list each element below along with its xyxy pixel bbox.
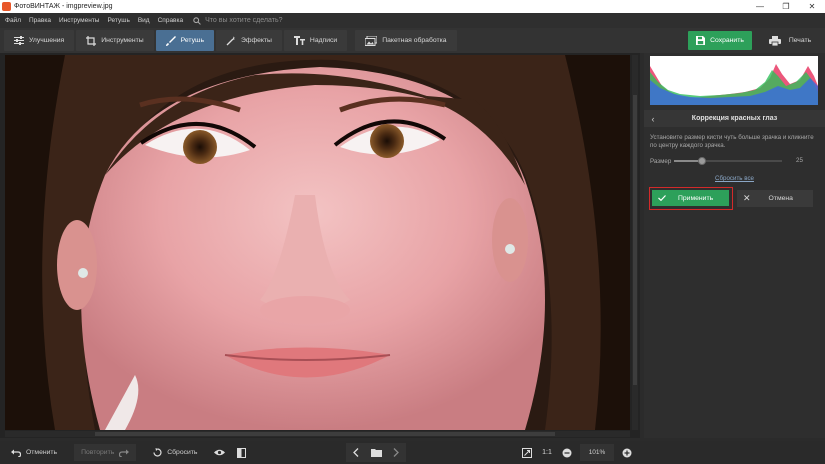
batch-processing-button[interactable]: Пакетная обработка xyxy=(355,30,457,51)
tab-label: Инструменты xyxy=(101,37,144,44)
open-folder-button[interactable] xyxy=(366,443,386,462)
portrait-image xyxy=(5,55,630,430)
size-control: Размер 25 xyxy=(650,156,820,166)
print-label: Печать xyxy=(788,37,812,44)
tab-retouch[interactable]: Ретушь xyxy=(155,30,214,51)
actual-size-button[interactable]: 1:1 xyxy=(536,449,558,456)
fit-screen-icon xyxy=(522,447,532,458)
menu-bar: Файл Правка Инструменты Ретушь Вид Справ… xyxy=(0,13,825,28)
batch-images-icon xyxy=(365,35,378,46)
bottom-bar: Отменить Повторить Сбросить xyxy=(0,441,825,464)
chevron-left-icon xyxy=(353,448,359,457)
portrait-photo[interactable] xyxy=(5,55,630,430)
printer-icon xyxy=(768,35,781,46)
reset-label: Сбросить xyxy=(167,449,198,456)
sliders-icon xyxy=(14,36,24,45)
horizontal-scrollbar[interactable] xyxy=(5,431,630,437)
tab-effects[interactable]: Эффекты xyxy=(216,30,282,51)
next-image-button[interactable] xyxy=(386,443,406,462)
panel-title: Коррекция красных глаз xyxy=(691,115,778,122)
size-value: 25 xyxy=(796,157,803,164)
batch-label: Пакетная обработка xyxy=(382,37,447,44)
plus-circle-icon xyxy=(622,448,632,457)
close-icon[interactable]: ✕ xyxy=(799,0,825,13)
reset-icon xyxy=(153,448,162,457)
floppy-disk-icon xyxy=(696,36,706,45)
redo-button[interactable]: Повторить xyxy=(74,444,137,461)
chevron-right-icon xyxy=(393,448,399,457)
before-after-icon xyxy=(236,447,246,458)
redo-label: Повторить xyxy=(81,449,115,456)
cancel-label: Отмена xyxy=(768,195,793,202)
save-label: Сохранить xyxy=(710,37,744,44)
image-navigation xyxy=(346,443,406,462)
cancel-button[interactable]: ✕ Отмена xyxy=(737,190,813,207)
image-canvas[interactable] xyxy=(0,53,640,438)
save-button[interactable]: Сохранить xyxy=(688,31,752,50)
back-arrow-icon[interactable]: ‹ xyxy=(644,114,662,124)
tab-label: Надписи xyxy=(309,37,338,44)
magic-wand-icon xyxy=(226,35,236,45)
apply-button[interactable]: Применить xyxy=(652,190,729,206)
reset-all-link[interactable]: Сбросить все xyxy=(644,175,825,182)
panel-header: ‹ Коррекция красных глаз xyxy=(644,110,825,127)
tab-enhancements[interactable]: Улучшения xyxy=(4,30,75,51)
checkmark-icon xyxy=(658,195,666,201)
menu-retouch[interactable]: Ретушь xyxy=(107,17,129,24)
tab-tools[interactable]: Инструменты xyxy=(76,30,154,51)
scroll-thumb[interactable] xyxy=(633,95,637,385)
menu-help[interactable]: Справка xyxy=(158,17,184,24)
menu-file[interactable]: Файл xyxy=(5,17,21,24)
undo-label: Отменить xyxy=(26,449,58,456)
minimize-icon[interactable]: — xyxy=(747,0,773,13)
redo-arrow-icon xyxy=(119,449,130,457)
title-bar: ФотоВИНТАЖ - imgpreview.jpg — ❐ ✕ xyxy=(0,0,825,13)
compare-toggle[interactable] xyxy=(232,444,250,461)
apply-label: Применить xyxy=(678,194,714,202)
text-icon xyxy=(293,36,305,45)
tab-label: Ретушь xyxy=(180,37,204,44)
vertical-scrollbar[interactable] xyxy=(632,55,638,430)
size-slider[interactable] xyxy=(674,157,782,165)
zoom-level[interactable]: 101% xyxy=(580,444,614,461)
menu-edit[interactable]: Правка xyxy=(29,17,51,24)
close-icon: ✕ xyxy=(743,193,751,203)
window-controls: — ❐ ✕ xyxy=(747,0,825,13)
undo-arrow-icon xyxy=(11,449,21,457)
folder-icon xyxy=(370,449,382,457)
app-logo-icon xyxy=(2,2,11,11)
zoom-controls: 1:1 101% xyxy=(518,443,636,462)
maximize-icon[interactable]: ❐ xyxy=(773,0,799,13)
prev-image-button[interactable] xyxy=(346,443,366,462)
right-panel: ‹ Коррекция красных глаз Установите разм… xyxy=(644,53,825,438)
fit-to-screen-button[interactable] xyxy=(518,444,536,461)
menu-tools[interactable]: Инструменты xyxy=(59,17,100,24)
panel-hint: Установите размер кисти чуть больше зрач… xyxy=(650,134,814,149)
print-button[interactable]: Печать xyxy=(760,31,820,50)
preview-toggle[interactable] xyxy=(210,444,228,461)
zoom-in-button[interactable] xyxy=(618,444,636,461)
brush-icon xyxy=(165,35,176,46)
undo-button[interactable]: Отменить xyxy=(4,444,64,461)
scroll-thumb[interactable] xyxy=(95,432,555,436)
histogram xyxy=(650,56,818,105)
search-box[interactable]: Что вы хотите сделать? xyxy=(193,16,283,25)
histogram-graph xyxy=(650,64,818,105)
minus-circle-icon xyxy=(562,448,572,457)
eye-icon xyxy=(213,449,225,456)
menu-view[interactable]: Вид xyxy=(138,17,150,24)
tab-label: Эффекты xyxy=(241,37,272,44)
tab-label: Улучшения xyxy=(29,37,65,44)
tab-captions[interactable]: Надписи xyxy=(283,30,348,51)
search-icon xyxy=(193,16,201,25)
crop-icon xyxy=(86,35,97,46)
reset-button[interactable]: Сбросить xyxy=(146,444,204,461)
size-slider-handle[interactable] xyxy=(698,157,706,165)
zoom-out-button[interactable] xyxy=(558,444,576,461)
size-label: Размер xyxy=(650,157,672,165)
window-title: ФотоВИНТАЖ - imgpreview.jpg xyxy=(14,3,113,10)
search-placeholder: Что вы хотите сделать? xyxy=(205,17,283,24)
apply-highlight: Применить xyxy=(649,187,733,210)
